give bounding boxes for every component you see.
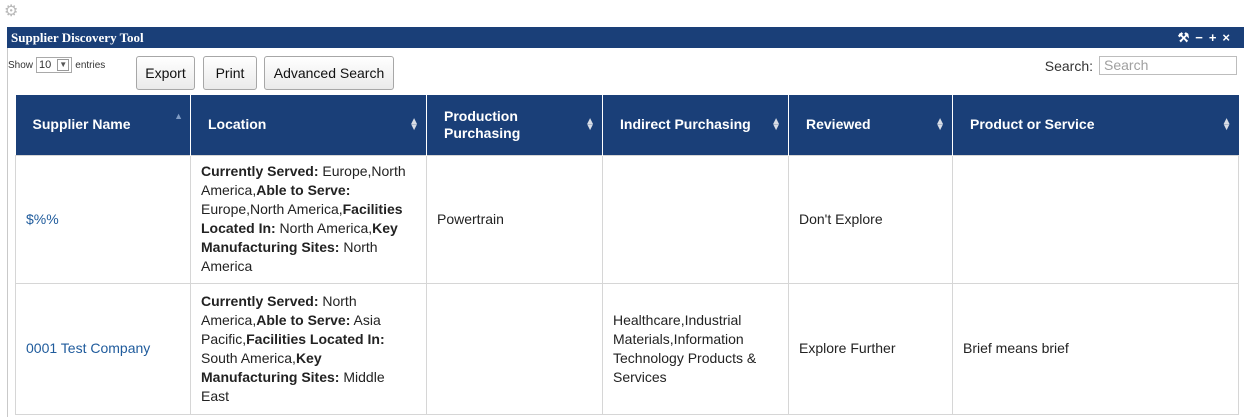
column-header-production-purchasing[interactable]: Production Purchasing ▲ ▼ [426,95,603,155]
table-header-row: Supplier Name ▲ Location ▲ ▼ Production Pur… [15,95,1239,155]
column-header-location[interactable]: Location ▲ ▼ [190,95,427,155]
table-row[interactable]: $%% Currently Served: Europe,North Ameri… [15,154,1239,284]
show-label: Show [8,59,34,71]
reviewed-cell: Explore Further [788,282,953,415]
search-input[interactable]: Search [1099,56,1237,75]
page-length-control: Show 10 ▼ entries [8,57,105,73]
sort-icon: ▲ ▼ [771,115,781,133]
wrench-icon[interactable]: ⚒ [1178,30,1196,45]
supplier-name-link[interactable]: $%% [15,154,191,284]
chevron-down-icon[interactable]: ▼ [57,59,70,71]
production-purchasing-cell [426,282,603,415]
sort-asc-icon: ▲ [174,111,183,122]
product-or-service-cell [952,154,1239,284]
indirect-purchasing-cell: Healthcare,Industrial Materials,Informat… [602,282,789,415]
column-header-supplier-name[interactable]: Supplier Name ▲ [15,95,191,155]
indirect-purchasing-cell [602,154,789,284]
window-controls: ⚒−+× [1178,27,1236,48]
entries-value: 10 [39,59,52,71]
window-title: Supplier Discovery Tool [11,30,144,45]
table-row[interactable]: 0001 Test Company Currently Served: Nort… [15,282,1239,415]
location-cell: Currently Served: Europe,North America,A… [190,154,427,284]
sort-icon: ▲ ▼ [585,115,595,133]
close-icon[interactable]: × [1222,30,1236,45]
advanced-search-button[interactable]: Advanced Search [264,56,394,90]
sort-icon: ▲ ▼ [935,115,945,133]
column-header-product-or-service[interactable]: Product or Service ▲ ▼ [952,95,1239,155]
supplier-name-link[interactable]: 0001 Test Company [15,282,191,415]
location-cell: Currently Served: North America,Able to … [190,282,427,415]
entries-select[interactable]: 10 ▼ [36,57,73,73]
export-button[interactable]: Export [136,56,195,90]
column-header-reviewed[interactable]: Reviewed ▲ ▼ [788,95,953,155]
column-header-indirect-purchasing[interactable]: Indirect Purchasing ▲ ▼ [602,95,789,155]
reviewed-cell: Don't Explore [788,154,953,284]
entries-label: entries [75,59,106,71]
sort-icon: ▲ ▼ [409,115,419,133]
print-button[interactable]: Print [203,56,257,90]
search-area: Search: Search [1045,56,1237,75]
minimize-icon[interactable]: − [1195,30,1209,45]
product-or-service-cell: Brief means brief [952,282,1239,415]
sort-icon: ▲ ▼ [1221,115,1232,133]
settings-gear-icon[interactable]: ⚙ [4,3,22,21]
maximize-icon[interactable]: + [1209,30,1223,45]
window-titlebar: Supplier Discovery Tool ⚒−+× [7,27,1244,48]
search-label: Search: [1044,57,1093,74]
supplier-table: Supplier Name ▲ Location ▲ ▼ Production Pur… [15,95,1239,415]
production-purchasing-cell: Powertrain [426,154,603,284]
